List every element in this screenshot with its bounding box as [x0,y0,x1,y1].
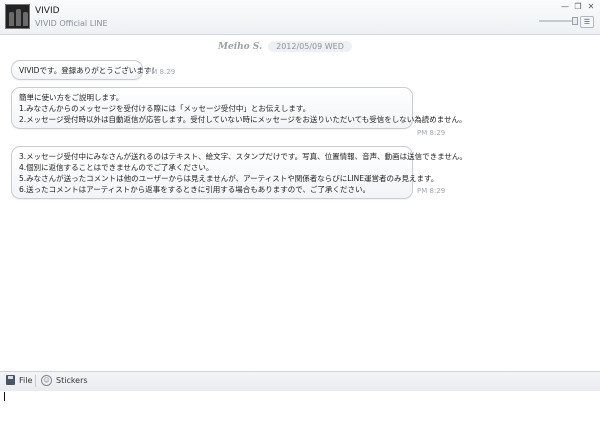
list-icon[interactable]: ☰ [580,16,594,28]
sticker-icon: ☺ [41,375,52,386]
message-line: VIVIDです。登録ありがとうございます！ [19,66,159,75]
message-line: 2.メッセージ受付時以外は自動返信が応答します。受付していない時にメッセージをお… [19,115,467,124]
message-line: 3.メッセージ受付中にみなさんが送れるのはテキスト、絵文字、スタンプだけです。写… [19,152,467,161]
message-input[interactable] [0,391,600,432]
stickers-label: Stickers [56,376,88,385]
file-label: File [19,375,33,385]
contact-name: VIVID [35,6,60,16]
stickers-button[interactable]: ☺ Stickers [41,375,88,386]
restore-icon[interactable]: ❐ [573,2,583,11]
date-label: 2012/05/09 WED [268,41,352,52]
date-logo: Meiho S. [218,41,263,52]
message-bubble[interactable]: 3.メッセージ受付中にみなさんが送れるのはテキスト、絵文字、スタンプだけです。写… [11,146,467,199]
volume-knob[interactable] [572,17,578,25]
text-caret [4,392,5,401]
message-bubble[interactable]: VIVIDです。登録ありがとうございます！ [11,60,159,80]
message-timestamp: PM 8:29 [417,129,446,137]
message-input-area[interactable] [0,391,600,432]
message-timestamp: PM 8:29 [417,187,446,195]
message-line: 4.個別に返信することはできませんのでご了承ください。 [19,163,214,172]
message-line: 1.みなさんからのメッセージを受付ける際には「メッセージ受付中」とお伝えします。 [19,104,311,113]
message-list[interactable]: Meiho S. 2012/05/09 WED VIVIDです。登録ありがとうご… [0,35,600,371]
close-icon[interactable]: ✕ [586,2,596,11]
contact-subtitle: VIVID Official LINE [35,19,108,28]
message-timestamp: PM 8:29 [147,68,176,76]
window-controls: — ❐ ✕ [560,2,596,11]
message-line: 6.送ったコメントはアーティストから返事をするときに引用する場合もありますので、… [19,185,370,194]
chat-toolbar: File ☺ Stickers [0,371,600,392]
chat-header: VIVID VIVID Official LINE — ❐ ✕ ☰ [0,0,600,35]
minimize-icon[interactable]: — [560,2,570,11]
volume-slider[interactable] [539,17,578,25]
message-line: 簡単に使い方をご説明します。 [19,93,124,102]
date-separator: Meiho S. 2012/05/09 WED [218,40,352,53]
avatar[interactable] [5,4,30,29]
message-line: 5.みなさんが送ったコメントは他のユーザーからは見えませんが、アーティストや関係… [19,174,439,183]
file-icon [6,375,15,385]
toolbar-divider [35,375,36,387]
file-button[interactable]: File [6,375,32,385]
message-bubble[interactable]: 簡単に使い方をご説明します。 1.みなさんからのメッセージを受付ける際には「メッ… [11,87,467,129]
